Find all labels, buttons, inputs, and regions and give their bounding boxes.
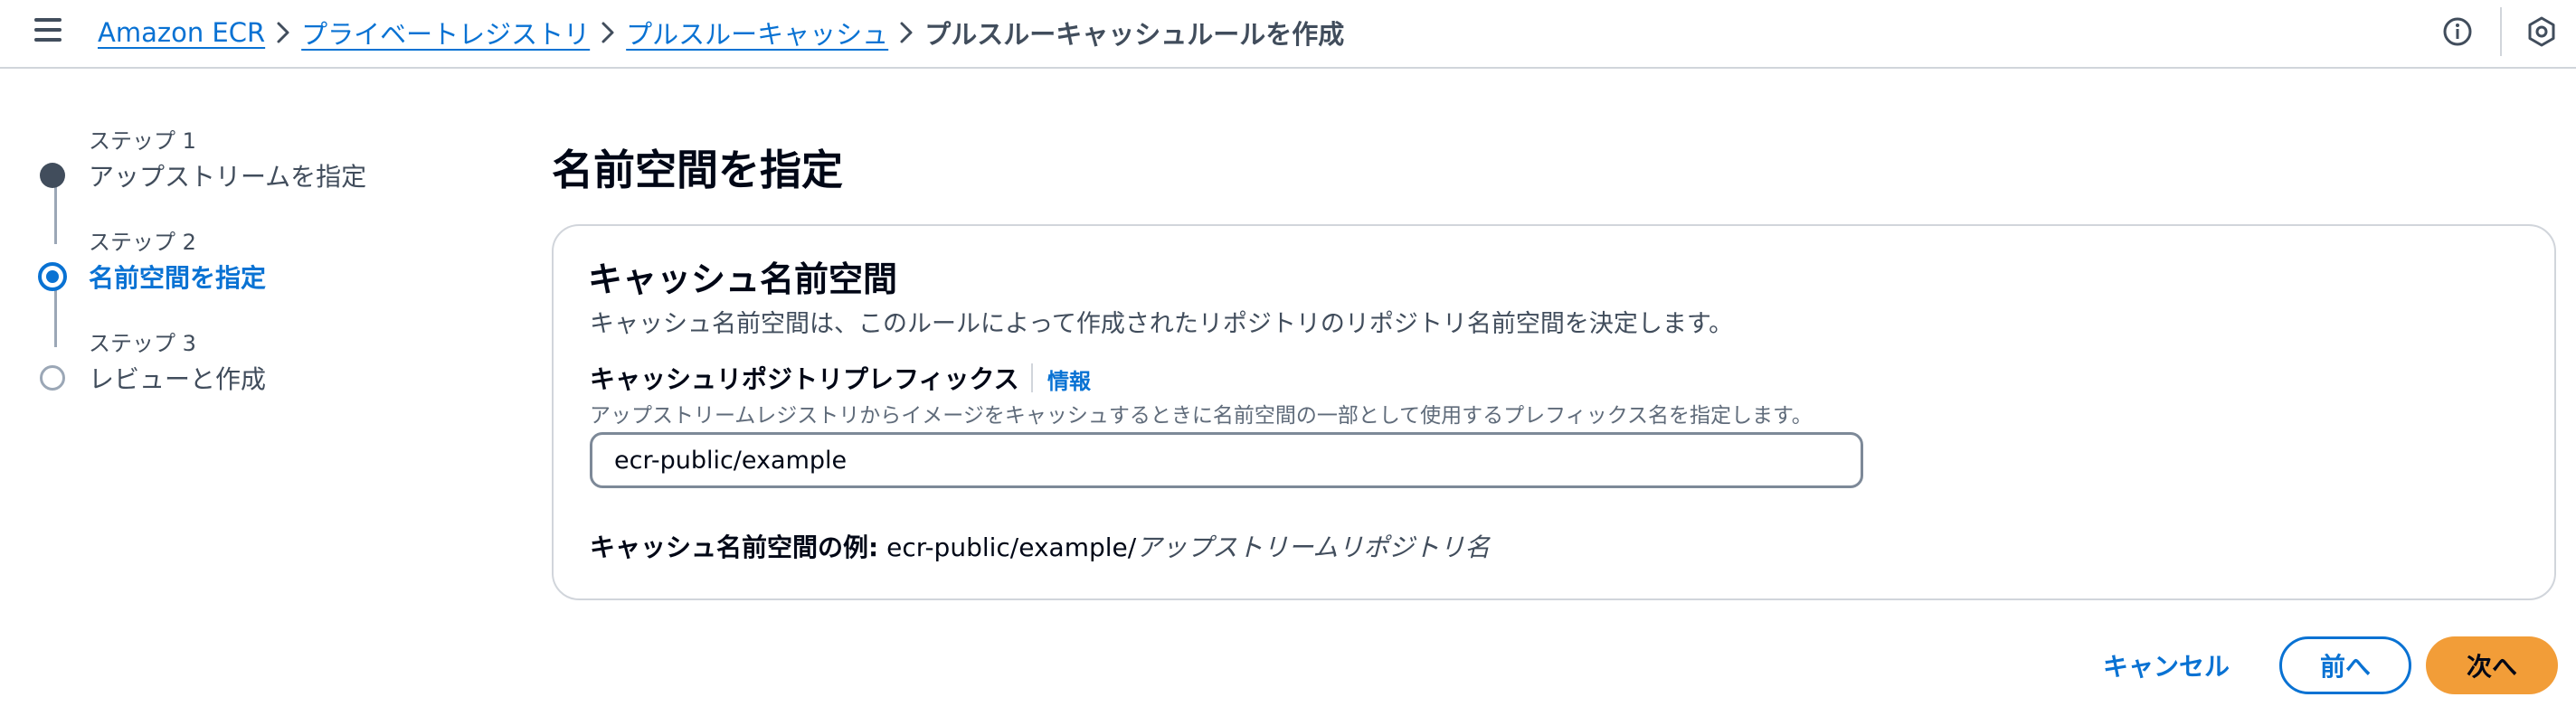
completed-step-dot-icon xyxy=(40,163,65,188)
step-connector xyxy=(54,181,57,244)
active-step-dot-icon xyxy=(38,262,67,291)
cache-repository-prefix-input[interactable] xyxy=(590,432,1863,488)
breadcrumb-current-page: プルスルーキャッシュルールを作成 xyxy=(924,19,1345,50)
toolbar-divider xyxy=(2500,7,2502,56)
breadcrumb-link-amazon-ecr[interactable]: Amazon ECR xyxy=(98,17,265,48)
breadcrumb: Amazon ECR プライベートレジストリ プルスルーキャッシュ プルスルーキ… xyxy=(98,13,1344,52)
top-navigation-bar: Amazon ECR プライベートレジストリ プルスルーキャッシュ プルスルーキ… xyxy=(0,0,2576,69)
field-label: キャッシュリポジトリプレフィックス xyxy=(590,364,1019,394)
example-prefix: ecr-public/example/ xyxy=(886,532,1137,562)
chevron-right-icon xyxy=(888,21,924,44)
chevron-right-icon xyxy=(265,21,301,44)
previous-button[interactable]: 前へ xyxy=(2279,636,2411,694)
step-title: 名前空間を指定 xyxy=(89,263,267,293)
page-title: 名前空間を指定 xyxy=(552,146,843,194)
step-title: アップストリームを指定 xyxy=(89,162,367,192)
example-label: キャッシュ名前空間の例: xyxy=(590,532,879,562)
step-number: ステップ 1 xyxy=(89,128,196,154)
panel-title: キャッシュ名前空間 xyxy=(588,259,898,299)
pending-step-dot-icon xyxy=(40,365,65,391)
step-number: ステップ 3 xyxy=(89,331,196,356)
cancel-button[interactable]: キャンセル xyxy=(2098,636,2234,694)
label-divider xyxy=(1031,363,1033,392)
step-title: レビューと作成 xyxy=(89,364,267,394)
info-link[interactable]: 情報 xyxy=(1047,363,1091,395)
example-suffix: アップストリームリポジトリ名 xyxy=(1136,532,1491,562)
next-button[interactable]: 次へ xyxy=(2426,636,2558,694)
namespace-example: キャッシュ名前空間の例: ecr-public/example/アップストリーム… xyxy=(590,528,1490,564)
hamburger-menu-icon[interactable] xyxy=(34,18,67,45)
info-circle-icon[interactable] xyxy=(2442,16,2473,47)
chevron-right-icon xyxy=(590,21,626,44)
breadcrumb-link-pull-through-cache[interactable]: プルスルーキャッシュ xyxy=(626,14,888,52)
breadcrumb-link-private-registry[interactable]: プライベートレジストリ xyxy=(301,14,590,52)
field-description: アップストリームレジストリからイメージをキャッシュするときに名前空間の一部として… xyxy=(590,404,1813,428)
panel-description: キャッシュ名前空間は、このルールによって作成されたリポジトリのリポジトリ名前空間… xyxy=(590,310,1734,338)
step-connector xyxy=(54,282,57,347)
step-number: ステップ 2 xyxy=(89,230,196,255)
hexagon-settings-icon[interactable] xyxy=(2525,15,2558,48)
